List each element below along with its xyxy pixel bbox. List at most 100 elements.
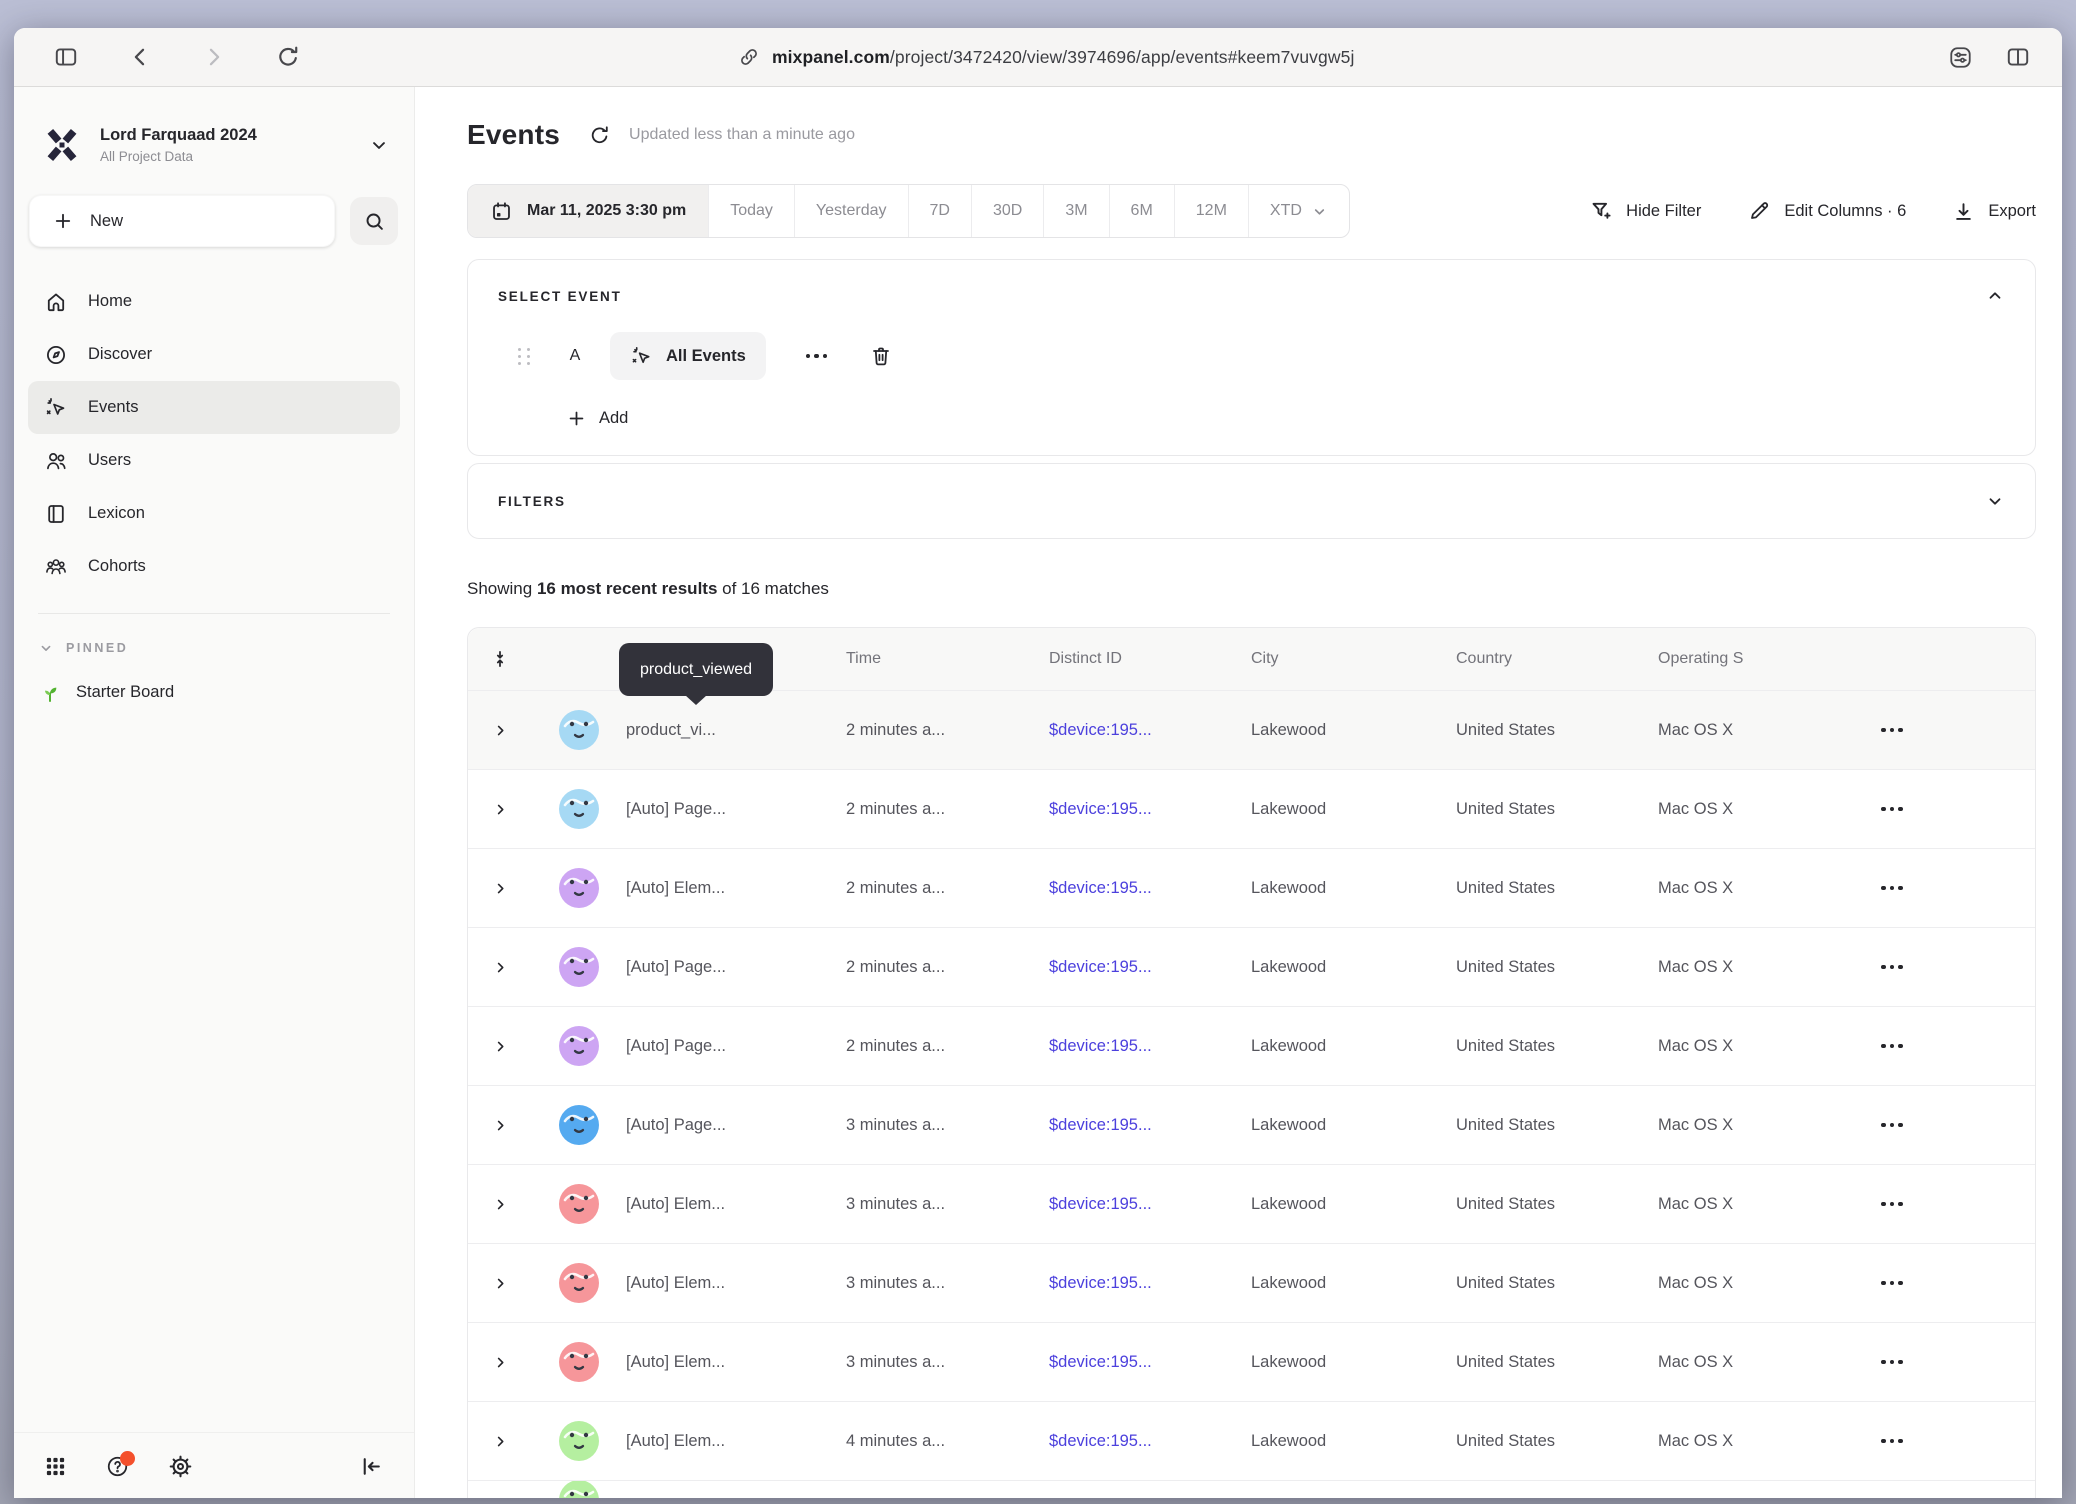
date-label: Mar 11, 2025 3:30 pm [527,202,686,220]
table-row[interactable]: [Auto] Elem... 3 minutes a... $device:19… [468,1164,2035,1243]
row-menu-button[interactable] [1877,957,1907,978]
range-yesterday[interactable]: Yesterday [794,185,908,237]
event-name-cell[interactable]: [Auto] Page... [626,958,846,977]
row-menu-button[interactable] [1877,1115,1907,1136]
row-menu-button[interactable] [1877,1273,1907,1294]
row-expand-chevron[interactable] [468,1355,532,1370]
new-button[interactable]: New [29,195,335,247]
table-row[interactable]: [Auto] Elem... 4 minutes a... $device:19… [468,1401,2035,1480]
edit-columns-button[interactable]: Edit Columns · 6 [1747,199,1906,223]
country-cell: United States [1456,721,1658,740]
sidebar-item-home[interactable]: Home [28,275,400,328]
event-name-cell[interactable]: [Auto] Elem... [626,1432,846,1451]
row-menu-button[interactable] [1877,1352,1907,1373]
range-today[interactable]: Today [708,185,794,237]
gear-icon[interactable] [168,1454,193,1479]
range-7d[interactable]: 7D [908,185,971,237]
row-expand-chevron[interactable] [468,1197,532,1212]
event-more-button[interactable] [800,348,834,365]
refresh-icon[interactable] [588,124,611,147]
collapse-rows-icon[interactable] [468,648,532,670]
event-name-cell[interactable]: [Auto] Page... [626,1116,846,1135]
row-expand-chevron[interactable] [468,723,532,738]
event-name-cell[interactable]: [Auto] Page... [626,1037,846,1056]
event-name-cell[interactable]: [Auto] Page... [626,800,846,819]
apps-grid-icon[interactable] [44,1455,67,1478]
export-button[interactable]: Export [1952,200,2036,223]
sidebar-item-starter-board[interactable]: Starter Board [14,662,414,722]
sidebar-toggle-icon[interactable] [52,43,80,71]
event-name-cell[interactable]: [Auto] Elem... [626,1274,846,1293]
add-event-button[interactable]: Add [566,408,628,429]
back-icon[interactable] [126,43,154,71]
row-menu-button[interactable] [1877,799,1907,820]
sidebar-item-lexicon[interactable]: Lexicon [28,487,400,540]
row-expand-chevron[interactable] [468,1276,532,1291]
chevron-up-icon[interactable] [1985,286,2005,306]
drag-handle[interactable] [518,348,532,365]
row-expand-chevron[interactable] [468,1434,532,1449]
range-3m[interactable]: 3M [1043,185,1108,237]
date-picker-button[interactable]: Mar 11, 2025 3:30 pm [468,185,708,237]
row-expand-chevron[interactable] [468,1039,532,1054]
distinct-id-link[interactable]: $device:195... [1049,800,1251,819]
event-name-cell[interactable]: [Auto] Elem... [626,879,846,898]
row-expand-chevron[interactable] [468,802,532,817]
distinct-id-link[interactable]: $device:195... [1049,1195,1251,1214]
project-switcher[interactable]: Lord Farquaad 2024 All Project Data [14,87,414,167]
trash-icon[interactable] [869,344,893,368]
table-row[interactable]: [Auto] Page... 2 minutes a... $device:19… [468,1006,2035,1085]
sidebar-item-events[interactable]: Events [28,381,400,434]
range-12m[interactable]: 12M [1174,185,1248,237]
collapse-sidebar-icon[interactable] [359,1454,384,1479]
help-button[interactable] [105,1454,130,1479]
sidebar-item-users[interactable]: Users [28,434,400,487]
distinct-id-link[interactable]: $device:195... [1049,1116,1251,1135]
sidebar-item-discover[interactable]: Discover [28,328,400,381]
column-header-time[interactable]: Time [846,650,1049,668]
row-expand-chevron[interactable] [468,1118,532,1133]
column-header-country[interactable]: Country [1456,650,1658,668]
page-settings-icon[interactable] [1946,43,1974,71]
table-row[interactable]: [Auto] Elem... 3 minutes a... $device:19… [468,1322,2035,1401]
split-view-icon[interactable] [2004,43,2032,71]
table-row[interactable]: [Auto] Elem... 3 minutes a... $device:19… [468,1243,2035,1322]
distinct-id-link[interactable]: $device:195... [1049,879,1251,898]
row-menu-button[interactable] [1877,720,1907,741]
pinned-section-toggle[interactable]: PINNED [14,634,414,662]
row-menu-button[interactable] [1877,878,1907,899]
column-header-city[interactable]: City [1251,650,1456,668]
row-expand-chevron[interactable] [468,960,532,975]
row-menu-button[interactable] [1877,1194,1907,1215]
table-row[interactable]: [Auto] Page... 2 minutes a... $device:19… [468,927,2035,1006]
hide-filter-button[interactable]: Hide Filter [1589,199,1701,223]
row-menu-button[interactable] [1877,1431,1907,1452]
event-tooltip: product_viewed [619,643,773,696]
table-row[interactable]: [Auto] Page... 2 minutes a... $device:19… [468,769,2035,848]
event-name-cell[interactable]: product_vi... [626,721,846,740]
distinct-id-link[interactable]: $device:195... [1049,1353,1251,1372]
distinct-id-link[interactable]: $device:195... [1049,958,1251,977]
range-30d[interactable]: 30D [971,185,1043,237]
table-row[interactable]: [Auto] Page... 3 minutes a... $device:19… [468,1085,2035,1164]
range-xtd[interactable]: XTD [1248,185,1349,237]
column-header-os[interactable]: Operating S [1658,650,1861,668]
search-button[interactable] [350,197,398,245]
distinct-id-link[interactable]: $device:195... [1049,721,1251,740]
event-name-cell[interactable]: [Auto] Elem... [626,1195,846,1214]
chevron-down-icon[interactable] [1985,491,2005,511]
distinct-id-link[interactable]: $device:195... [1049,1274,1251,1293]
event-name-cell[interactable]: [Auto] Elem... [626,1353,846,1372]
range-6m[interactable]: 6M [1109,185,1174,237]
row-expand-chevron[interactable] [468,881,532,896]
address-bar[interactable]: mixpanel.com/project/3472420/view/397469… [738,28,1354,86]
event-selector-button[interactable]: All Events [610,332,766,380]
column-header-distinct-id[interactable]: Distinct ID [1049,650,1251,668]
distinct-id-link[interactable]: $device:195... [1049,1037,1251,1056]
table-row-partial[interactable] [468,1480,2035,1498]
sidebar-item-cohorts[interactable]: Cohorts [28,540,400,593]
reload-icon[interactable] [274,43,302,71]
row-menu-button[interactable] [1877,1036,1907,1057]
distinct-id-link[interactable]: $device:195... [1049,1432,1251,1451]
table-row[interactable]: [Auto] Elem... 2 minutes a... $device:19… [468,848,2035,927]
